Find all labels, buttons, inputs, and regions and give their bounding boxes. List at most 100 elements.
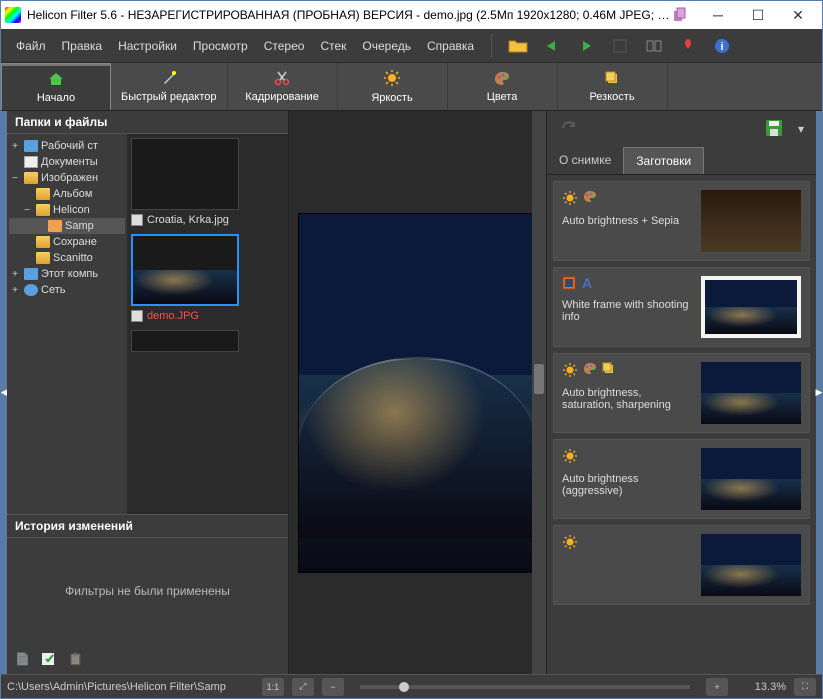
status-bar: C:\Users\Admin\Pictures\Helicon Filter\S… (1, 674, 822, 698)
tab-about-shot[interactable]: О снимке (547, 147, 623, 174)
preset-item[interactable]: Auto brightness (aggressive) (553, 439, 810, 519)
menu-stereo[interactable]: Стерео (257, 35, 312, 57)
tree-node[interactable]: Scanitto (9, 250, 125, 266)
stack-icon (604, 70, 620, 89)
separator (491, 34, 492, 58)
right-toolbar: ▾ (547, 111, 816, 147)
zoom-fit-button[interactable]: ⤢ (292, 678, 314, 696)
minimize-button[interactable]: ─ (698, 3, 738, 27)
menu-stack[interactable]: Стек (313, 35, 353, 57)
tab-colors[interactable]: Цвета (448, 63, 558, 110)
history-header: История изменений (7, 515, 288, 538)
pin-icon[interactable] (676, 34, 700, 58)
right-tab-strip: О снимке Заготовки (547, 147, 816, 175)
menu-edit[interactable]: Правка (55, 35, 110, 57)
tree-node[interactable]: Документы (9, 154, 125, 170)
history-tool-icon[interactable]: 📋 (68, 652, 83, 666)
menu-queue[interactable]: Очередь (355, 35, 418, 57)
tree-node[interactable]: Сохране (9, 234, 125, 250)
zoom-slider[interactable] (360, 685, 690, 689)
prev-arrow-icon[interactable] (540, 34, 564, 58)
svg-text:i: i (721, 41, 724, 53)
folder-tree[interactable]: +Рабочий стДокументы−ИзображенАльбом−Hel… (7, 134, 127, 514)
tab-label: Цвета (487, 91, 518, 103)
tree-node[interactable]: +Рабочий ст (9, 138, 125, 154)
svg-text:A: A (582, 276, 592, 290)
info-icon[interactable]: i (710, 34, 734, 58)
right-panel-toggle[interactable]: ▶ (816, 111, 822, 674)
preview-image (298, 213, 538, 573)
vertical-scrollbar[interactable] (532, 111, 546, 674)
tab-brightness[interactable]: Яркость (338, 63, 448, 110)
sun-icon (562, 190, 578, 209)
preset-list[interactable]: Auto brightness + SepiaAWhite frame with… (547, 175, 816, 674)
sun-icon (562, 534, 578, 553)
zoom-11-button[interactable]: 1:1 (262, 678, 284, 696)
tab-label: Кадрирование (245, 91, 319, 103)
menu-help[interactable]: Справка (420, 35, 481, 57)
status-path: C:\Users\Admin\Pictures\Helicon Filter\S… (7, 681, 226, 693)
thumbnail-list[interactable]: Croatia, Krka.jpgdemo.JPG (127, 134, 288, 514)
tree-node[interactable]: +Сеть (9, 282, 125, 298)
save-icon[interactable] (764, 118, 784, 141)
letter-icon: A (580, 276, 594, 293)
preset-item[interactable]: Auto brightness, saturation, sharpening (553, 353, 810, 433)
folders-header: Папки и файлы (7, 111, 288, 134)
preset-item[interactable]: AWhite frame with shooting info (553, 267, 810, 347)
copy-icon[interactable] (670, 5, 690, 25)
workspace: ◀ Папки и файлы +Рабочий стДокументы−Изо… (1, 111, 822, 674)
compare-icon[interactable] (642, 34, 666, 58)
thumbnail[interactable] (131, 330, 284, 352)
tab-label: Начало (37, 92, 75, 104)
browser-area: +Рабочий стДокументы−ИзображенАльбом−Hel… (7, 134, 288, 514)
tree-node[interactable]: Samp (9, 218, 125, 234)
sun-icon (383, 69, 401, 90)
home-icon (47, 71, 65, 90)
tool-disabled-icon (608, 34, 632, 58)
history-tools: 📄 📋 (7, 644, 288, 674)
preset-item[interactable]: Auto brightness + Sepia (553, 181, 810, 261)
tree-node[interactable]: −Helicon (9, 202, 125, 218)
close-button[interactable]: ✕ (778, 3, 818, 27)
history-apply-icon[interactable] (40, 649, 58, 670)
palette-icon (493, 70, 511, 89)
tab-label: Яркость (371, 92, 412, 104)
sun-icon (562, 362, 578, 381)
main-tab-strip: Начало Быстрый редактор Кадрирование Ярк… (1, 63, 822, 111)
history-tool-icon[interactable]: 📄 (15, 652, 30, 666)
preset-item[interactable] (553, 525, 810, 605)
menu-view[interactable]: Просмотр (186, 35, 255, 57)
right-panel: ▾ О снимке Заготовки Auto brightness + S… (546, 111, 816, 674)
maximize-button[interactable]: ☐ (738, 3, 778, 27)
tab-label: Быстрый редактор (121, 91, 217, 103)
tab-home[interactable]: Начало (1, 63, 111, 110)
reload-icon[interactable] (559, 119, 579, 140)
tree-node[interactable]: Альбом (9, 186, 125, 202)
tree-node[interactable]: −Изображен (9, 170, 125, 186)
palette-icon (582, 190, 598, 209)
scissors-icon (274, 70, 290, 89)
sun-icon (562, 448, 578, 467)
menu-file[interactable]: Файл (9, 35, 53, 57)
menu-settings[interactable]: Настройки (111, 35, 184, 57)
stack-icon (602, 362, 616, 381)
app-icon (5, 7, 21, 23)
tab-presets[interactable]: Заготовки (623, 147, 704, 174)
zoom-out-button[interactable]: − (322, 678, 344, 696)
thumbnail[interactable]: demo.JPG (131, 234, 284, 322)
zoom-in-button[interactable]: + (706, 678, 728, 696)
fullscreen-button[interactable]: ⛶ (794, 678, 816, 696)
tab-sharpness[interactable]: Резкость (558, 63, 668, 110)
tab-crop[interactable]: Кадрирование (228, 63, 338, 110)
next-arrow-icon[interactable] (574, 34, 598, 58)
history-panel: История изменений Фильтры не были примен… (7, 514, 288, 674)
thumbnail[interactable]: Croatia, Krka.jpg (131, 138, 284, 226)
tab-quick-editor[interactable]: Быстрый редактор (111, 63, 228, 110)
app-window: Helicon Filter 5.6 - НЕЗАРЕГИСТРИРОВАННА… (0, 0, 823, 699)
save-dropdown-icon[interactable]: ▾ (798, 122, 804, 136)
tree-node[interactable]: +Этот компь (9, 266, 125, 282)
left-panel: Папки и файлы +Рабочий стДокументы−Изобр… (7, 111, 289, 674)
open-folder-icon[interactable] (506, 34, 530, 58)
tab-label: Резкость (589, 91, 634, 103)
preview-area[interactable] (289, 111, 546, 674)
